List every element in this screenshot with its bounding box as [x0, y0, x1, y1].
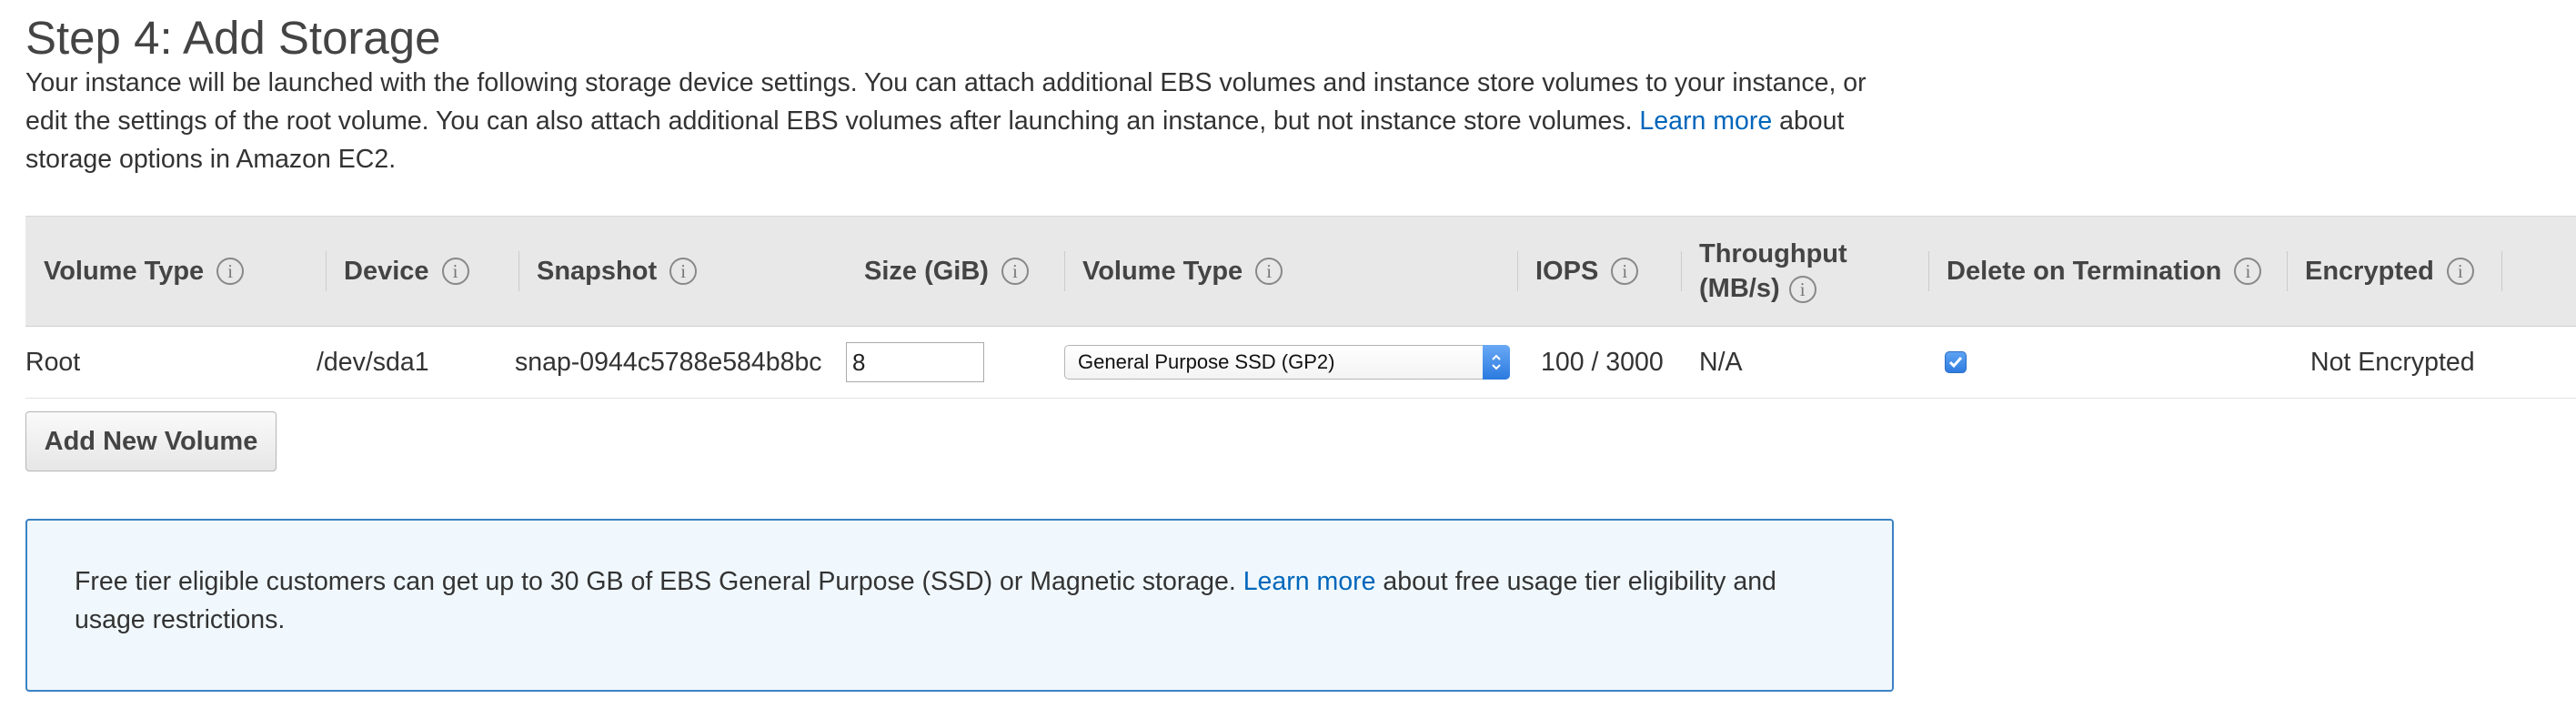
add-new-volume-button[interactable]: Add New Volume: [25, 411, 277, 471]
column-header-label: Delete on Termination: [1947, 256, 2222, 286]
column-header-label: Size (GiB): [864, 256, 989, 286]
free-tier-notice: Free tier eligible customers can get up …: [25, 519, 1894, 692]
updown-chevron-icon: [1483, 345, 1510, 380]
free-tier-notice-text: Free tier eligible customers can get up …: [75, 562, 1839, 639]
volume-type-select[interactable]: General Purpose SSD (GP2): [1064, 345, 1510, 380]
info-icon[interactable]: i: [1611, 258, 1639, 285]
column-header-encrypted: Encrypted i: [2287, 217, 2501, 326]
cell-delete-on-termination: [1945, 327, 1967, 398]
column-header-label: Encrypted: [2305, 256, 2434, 286]
info-icon[interactable]: i: [669, 258, 698, 285]
column-header-label: Volume Type: [44, 256, 205, 286]
column-header-label: Volume Type: [1082, 256, 1243, 286]
column-header-label: Throughput (MB/s) i: [1699, 237, 1847, 306]
column-header-label: Device: [344, 256, 429, 286]
column-header-volume-type: Volume Type i: [25, 217, 326, 326]
info-icon[interactable]: i: [1255, 258, 1283, 285]
column-header-label: Snapshot: [537, 256, 658, 286]
column-header-throughput: Throughput (MB/s) i: [1681, 217, 1928, 326]
column-header-label: IOPS: [1535, 256, 1599, 286]
intro-text: Your instance will be launched with the …: [25, 64, 1899, 178]
volume-type-selected-value: General Purpose SSD (GP2): [1078, 350, 1335, 373]
cell-size: [846, 327, 984, 398]
cell-ebs-volume-type: General Purpose SSD (GP2): [1064, 327, 1510, 398]
cell-throughput: N/A: [1699, 347, 1743, 377]
notice-text-main: Free tier eligible customers can get up …: [75, 567, 1236, 596]
updown-chevron-icon: [1492, 354, 1501, 370]
column-header-ebs-volume-type: Volume Type i: [1064, 217, 1517, 326]
learn-more-storage-link[interactable]: Learn more: [1639, 106, 1772, 136]
throughput-line-2: (MB/s): [1699, 274, 1780, 303]
cell-volume-type: Root: [25, 347, 81, 377]
size-input[interactable]: [846, 342, 984, 382]
info-icon[interactable]: i: [2446, 258, 2474, 285]
info-icon[interactable]: i: [1001, 258, 1029, 285]
cell-encrypted: Not Encrypted: [2310, 347, 2475, 377]
cell-iops: 100 / 3000: [1541, 347, 1664, 377]
table-header: Volume Type i Device i Snapshot i Size (…: [25, 216, 2576, 327]
info-icon[interactable]: i: [216, 258, 245, 285]
page-title: Step 4: Add Storage: [25, 12, 441, 64]
storage-table: Volume Type i Device i Snapshot i Size (…: [25, 216, 2576, 399]
column-header-spacer: [2501, 217, 2576, 326]
column-header-snapshot: Snapshot i: [518, 217, 846, 326]
info-icon[interactable]: i: [1788, 276, 1816, 304]
column-header-device: Device i: [326, 217, 518, 326]
throughput-line-1: Throughput: [1699, 239, 1847, 268]
info-icon[interactable]: i: [441, 258, 469, 285]
learn-more-free-tier-link[interactable]: Learn more: [1243, 567, 1376, 596]
cell-device: /dev/sda1: [317, 347, 429, 377]
cell-snapshot: snap-0944c5788e584b8bc: [515, 347, 822, 377]
table-row: Root /dev/sda1 snap-0944c5788e584b8bc Ge…: [25, 327, 2576, 399]
checkmark-icon: [1948, 357, 1963, 369]
intro-text-main: Your instance will be launched with the …: [25, 68, 1867, 136]
column-header-size: Size (GiB) i: [846, 217, 1064, 326]
column-header-delete-on-termination: Delete on Termination i: [1928, 217, 2287, 326]
delete-on-termination-checkbox[interactable]: [1945, 351, 1967, 373]
column-header-iops: IOPS i: [1517, 217, 1681, 326]
info-icon[interactable]: i: [2234, 258, 2262, 285]
